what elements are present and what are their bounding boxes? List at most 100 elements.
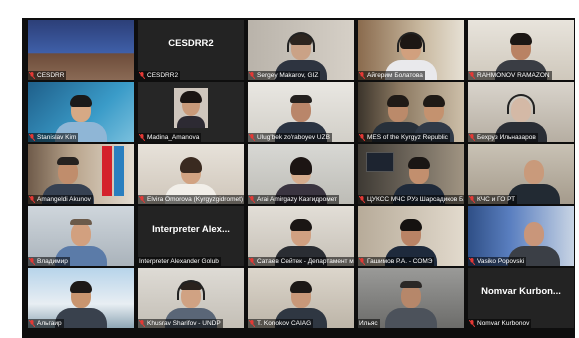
mic-muted-icon	[469, 320, 475, 327]
participant-name: Amangeldi Akunov	[37, 196, 91, 203]
participant-name: MES of the Kyrgyz Republic	[367, 134, 448, 141]
participant-name-tag: Amangeldi Akunov	[28, 195, 93, 204]
video-conference-screenshot: CESDRR CESDRR2 CESDRR2 Sergey Makarov, G…	[0, 0, 579, 338]
participant-name-tag: Elvira Omorova (Kyrgyzgidromet)	[138, 195, 244, 204]
participant-name-tag: Ильяс	[358, 319, 380, 328]
mic-muted-icon	[249, 196, 255, 203]
mic-muted-icon	[139, 320, 145, 327]
participant-tile-aigerim-bolatova[interactable]: Айгерим Болатова	[358, 20, 464, 80]
participant-tile-vasiko-popovski[interactable]: Vasiko Popovski	[468, 206, 574, 266]
participant-name-tag: Khusrav Sharifov - UNDP	[138, 319, 223, 328]
participant-name-tag: Interpreter Alexander Golub	[138, 257, 221, 266]
participant-name-tag: ЦУКСС МЧС РУз Шарсадиков Б.А.	[358, 195, 464, 204]
mic-muted-icon	[29, 196, 35, 203]
participant-name: T. Konokov CAIAG	[257, 320, 312, 327]
participant-tile-kchs-go-rt-active-speaker[interactable]: КЧС и ГО РТ	[468, 144, 574, 204]
mic-muted-icon	[469, 72, 475, 79]
participant-tile-t-konokov[interactable]: T. Konokov CAIAG	[248, 268, 354, 328]
mic-muted-icon	[249, 134, 255, 141]
participant-tile-vladimir[interactable]: Владимир	[28, 206, 134, 266]
participant-name-tag: Nomvar Kurbonov	[468, 319, 532, 328]
participant-tile-algair[interactable]: Альгаир	[28, 268, 134, 328]
participant-name: Vasiko Popovski	[477, 258, 525, 265]
participant-name: RAHMONOV RAMAZON	[477, 72, 550, 79]
mic-muted-icon	[29, 320, 35, 327]
participant-video-grid: CESDRR CESDRR2 CESDRR2 Sergey Makarov, G…	[22, 18, 575, 338]
mic-muted-icon	[359, 258, 365, 265]
mic-muted-icon	[469, 258, 475, 265]
mic-muted-icon	[139, 134, 145, 141]
flag-decoration	[102, 146, 112, 196]
participant-tile-rahmonov-ramazon[interactable]: RAHMONOV RAMAZON	[468, 20, 574, 80]
participant-name-tag: КЧС и ГО РТ	[468, 195, 518, 204]
participant-tile-madina-amanova[interactable]: Madina_Amanova	[138, 82, 244, 142]
participant-name-tag: Arai Amirgazy Казгидромет	[248, 195, 340, 204]
participant-name: Elvira Omorova (Kyrgyzgidromet)	[147, 196, 244, 203]
participant-tile-cesdrr[interactable]: CESDRR	[28, 20, 134, 80]
participant-name: Сатаев Сейтек - Департамент мо...	[257, 258, 354, 265]
participant-name: Ulug'bek zo'raboyev UZB	[257, 134, 330, 141]
participant-name-tag: CESDRR2	[138, 71, 181, 80]
participant-tile-ulugbek[interactable]: Ulug'bek zo'raboyev UZB	[248, 82, 354, 142]
participant-name: Nomvar Kurbonov	[477, 320, 530, 327]
participant-name: ЦУКСС МЧС РУз Шарсадиков Б.А.	[367, 196, 464, 203]
participant-tile-cesdrr2[interactable]: CESDRR2 CESDRR2	[138, 20, 244, 80]
participant-name-tag: T. Konokov CAIAG	[248, 319, 314, 328]
participant-tile-mes-kyrgyz[interactable]: MES of the Kyrgyz Republic	[358, 82, 464, 142]
participant-name: КЧС и ГО РТ	[477, 196, 516, 203]
participant-name: Ильяс	[359, 320, 378, 327]
participant-profile-photo	[174, 88, 208, 128]
participant-tile-nomvar-kurbonov[interactable]: Nomvar Kurbon... Nomvar Kurbonov	[468, 268, 574, 328]
flag-decoration	[114, 146, 124, 196]
mic-muted-icon	[139, 72, 145, 79]
participant-name-tag: Sergey Makarov, GIZ	[248, 71, 321, 80]
participant-tile-amangeldi-akunov[interactable]: Amangeldi Akunov	[28, 144, 134, 204]
participant-tile-ilyas[interactable]: Ильяс	[358, 268, 464, 328]
participant-display-name: Interpreter Alex...	[152, 224, 230, 235]
participant-tile-sergey-makarov[interactable]: Sergey Makarov, GIZ	[248, 20, 354, 80]
participant-tile-tsukss-mchs[interactable]: ЦУКСС МЧС РУз Шарсадиков Б.А.	[358, 144, 464, 204]
mic-muted-icon	[29, 72, 35, 79]
participant-tile-gashimov[interactable]: Гашимов Р.А. - СОМЭ	[358, 206, 464, 266]
participant-tile-elvira-omorova[interactable]: Elvira Omorova (Kyrgyzgidromet)	[138, 144, 244, 204]
participant-name-tag: Stanislav Kim	[28, 133, 79, 142]
participant-name: Arai Amirgazy Казгидромет	[257, 196, 338, 203]
participant-name: Айгерим Болатова	[367, 72, 423, 79]
mic-muted-icon	[359, 196, 365, 203]
participant-tile-sataev-seitek[interactable]: Сатаев Сейтек - Департамент мо...	[248, 206, 354, 266]
participant-name-tag: Madina_Amanova	[138, 133, 202, 142]
participant-display-name: Nomvar Kurbon...	[481, 286, 561, 297]
participant-name: Гашимов Р.А. - СОМЭ	[367, 258, 433, 265]
participant-tile-stanislav-kim[interactable]: Stanislav Kim	[28, 82, 134, 142]
participant-tile-arai-amirgazy[interactable]: Arai Amirgazy Казгидромет	[248, 144, 354, 204]
participant-name: Бехруз Ильназаров	[477, 134, 536, 141]
mic-muted-icon	[249, 72, 255, 79]
mic-muted-icon	[29, 258, 35, 265]
mic-muted-icon	[249, 320, 255, 327]
participant-name-tag: Владимир	[28, 257, 70, 266]
participant-name: Interpreter Alexander Golub	[139, 258, 219, 265]
participant-name: Владимир	[37, 258, 68, 265]
participant-display-name: CESDRR2	[168, 38, 214, 49]
participant-name: CESDRR2	[147, 72, 179, 79]
participant-name: Khusrav Sharifov - UNDP	[147, 320, 221, 327]
mic-muted-icon	[249, 258, 255, 265]
mic-muted-icon	[29, 134, 35, 141]
mic-muted-icon	[469, 196, 475, 203]
participant-name-tag: Гашимов Р.А. - СОМЭ	[358, 257, 435, 266]
mic-muted-icon	[359, 72, 365, 79]
mic-muted-icon	[139, 196, 145, 203]
participant-name-tag: RAHMONOV RAMAZON	[468, 71, 552, 80]
participant-name-tag: CESDRR	[28, 71, 67, 80]
participant-name-tag: Альгаир	[28, 319, 64, 328]
participant-name: Madina_Amanova	[147, 134, 200, 141]
participant-name-tag: Сатаев Сейтек - Департамент мо...	[248, 257, 354, 266]
participant-name: CESDRR	[37, 72, 65, 79]
participant-name-tag: Ulug'bek zo'raboyev UZB	[248, 133, 332, 142]
participant-name: Sergey Makarov, GIZ	[257, 72, 319, 79]
mic-muted-icon	[469, 134, 475, 141]
participant-avatar	[383, 278, 439, 328]
participant-tile-behruz[interactable]: Бехруз Ильназаров	[468, 82, 574, 142]
participant-tile-interpreter[interactable]: Interpreter Alex... Interpreter Alexande…	[138, 206, 244, 266]
participant-tile-khusrav-sharifov[interactable]: Khusrav Sharifov - UNDP	[138, 268, 244, 328]
